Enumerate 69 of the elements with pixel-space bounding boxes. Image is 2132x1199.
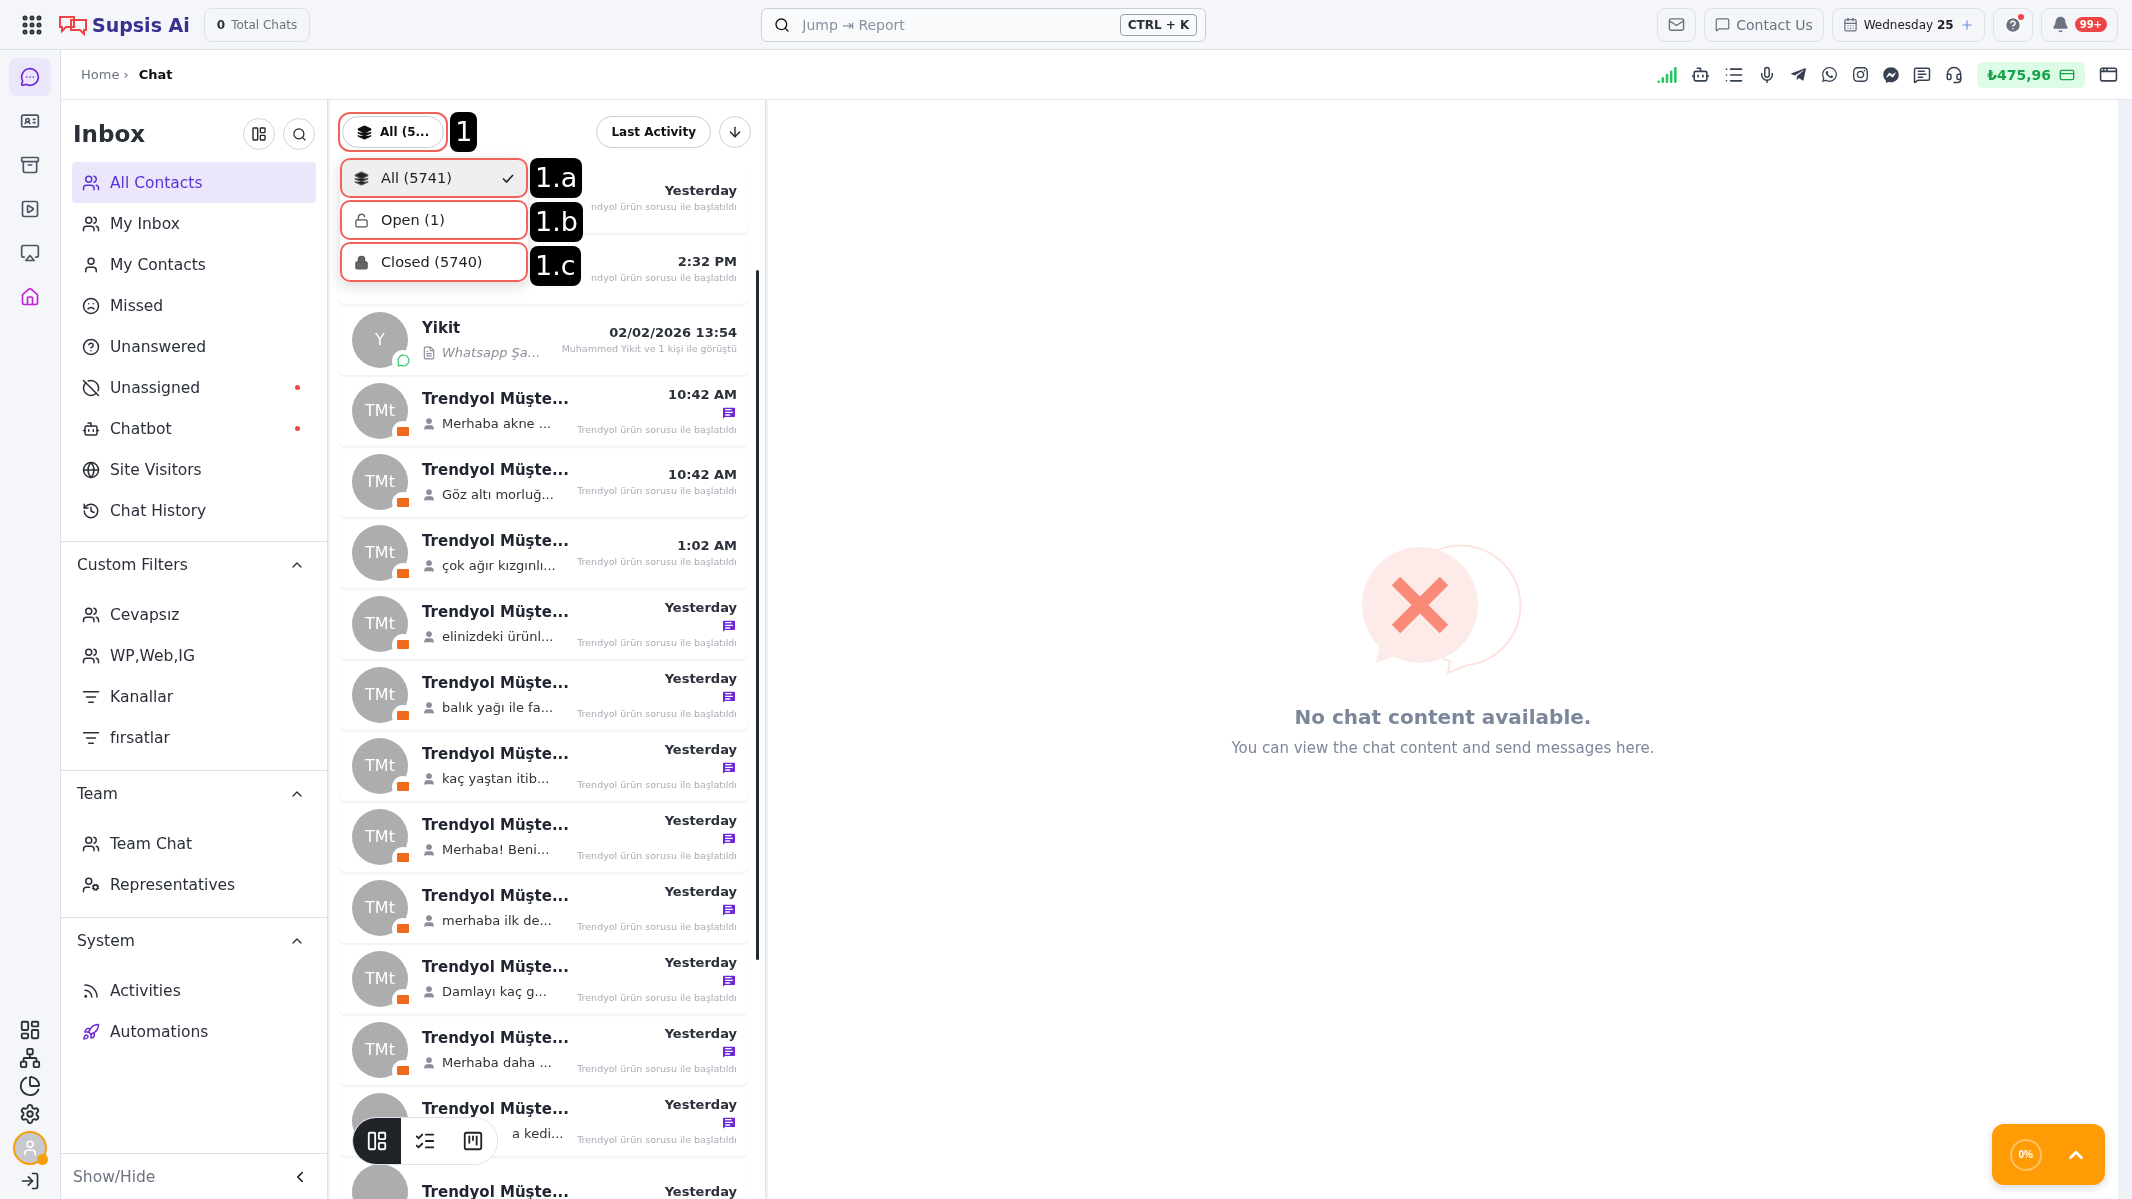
note: Trendyol ürün sorusu ile başlatıldı xyxy=(577,636,737,648)
inbox-title: Inbox xyxy=(73,121,147,147)
avatar-initials: TMt xyxy=(365,685,395,704)
time: 10:42 AM xyxy=(668,467,737,482)
time: Yesterday xyxy=(664,741,737,757)
note: ndyol ürün sorusu ile başlatıldı xyxy=(591,201,737,212)
balance: ₺475,96 xyxy=(1987,66,2051,83)
note: Trendyol ürün sorusu ile başlatıldı xyxy=(577,778,737,790)
logo-text: Supsis Ai xyxy=(92,13,190,36)
shortcut-key: CTRL + K xyxy=(1119,13,1198,36)
callout-label: 1 xyxy=(450,112,478,152)
note: Trendyol ürün sorusu ile başlatıldı xyxy=(577,423,737,435)
avatar-initials: TMt xyxy=(365,401,395,420)
callout-label: 1.c xyxy=(530,246,581,286)
breadcrumb-current: Chat xyxy=(138,67,173,82)
empty-text: You can view the chat content and send messages here. xyxy=(1231,738,1655,757)
avatar-initials: TMt xyxy=(365,827,395,846)
message-preview: Merhaba akne ... xyxy=(422,416,564,431)
message-preview: elinizdeki ürünl... xyxy=(422,629,564,644)
note: Trendyol ürün sorusu ile başlatıldı xyxy=(577,485,737,496)
time: Yesterday xyxy=(664,883,737,899)
time: Yesterday xyxy=(664,1096,737,1112)
message-preview: Merhaba! Beni... xyxy=(422,842,564,857)
time: Yesterday xyxy=(664,954,737,970)
time: Yesterday xyxy=(664,670,737,686)
message-preview: a kedi... xyxy=(511,1126,564,1141)
avatar-initials: TMt xyxy=(365,614,395,633)
time: Yesterday xyxy=(664,1184,737,1199)
time: 2:32 PM xyxy=(677,254,737,269)
notification-count: 99+ xyxy=(2074,17,2107,32)
time: Yesterday xyxy=(664,1025,737,1041)
note: Trendyol ürün sorusu ile başlatıldı xyxy=(577,707,737,719)
total-chats-chip: 0 Total Chats xyxy=(203,7,311,42)
avatar-initials: TMt xyxy=(365,898,395,917)
message-preview: balık yağı ile fa... xyxy=(422,700,564,715)
contact-name: Yikit xyxy=(422,319,462,337)
avatar-initials: TMt xyxy=(365,1040,395,1059)
note: Trendyol ürün sorusu ile başlatıldı xyxy=(577,556,737,567)
message-preview: merhaba ilk de... xyxy=(422,913,564,928)
time: Yesterday xyxy=(664,812,737,828)
avatar-initials: TMt xyxy=(365,472,395,491)
callout-label: 1.a xyxy=(530,158,583,198)
callout-label: 1.b xyxy=(530,202,583,242)
note: Trendyol ürün sorusu ile başlatıldı xyxy=(577,920,737,932)
message-preview: Merhaba daha ... xyxy=(422,1055,564,1070)
message-preview: kaç yaştan itib... xyxy=(422,771,564,786)
note: Trendyol ürün sorusu ile başlatıldı xyxy=(577,849,737,861)
message-preview: çok ağır kızgınlı... xyxy=(422,558,564,573)
progress-percent: 0% xyxy=(2009,1138,2042,1171)
message-preview: Damlayı kaç g... xyxy=(422,984,564,999)
avatar-initials: TMt xyxy=(365,543,395,562)
avatar-initials: TMt xyxy=(365,969,395,988)
note: Trendyol ürün sorusu ile başlatıldı xyxy=(577,991,737,1003)
time: Yesterday xyxy=(664,183,737,198)
message-preview: Göz altı morluğ... xyxy=(422,487,564,502)
note: Trendyol ürün sorusu ile başlatıldı xyxy=(577,1133,737,1145)
contact-name: Trendyol Müşte... xyxy=(422,1182,570,1199)
date-text: Wednesday 25 xyxy=(1863,17,1954,32)
time: Yesterday xyxy=(664,599,737,615)
time: 10:42 AM xyxy=(668,386,737,402)
avatar-initials: Y xyxy=(375,330,385,349)
time: 1:02 AM xyxy=(677,538,737,553)
message-preview: Whatsapp Şa... xyxy=(422,345,548,360)
note: Muhammed Yikit ve 1 kişi ile görüştü xyxy=(561,343,737,354)
note: ndyol ürün sorusu ile başlatıldı xyxy=(591,272,737,283)
note: Trendyol ürün sorusu ile başlatıldı xyxy=(577,1062,737,1074)
time: 02/02/2026 13:54 xyxy=(609,325,737,340)
empty-title: No chat content available. xyxy=(1294,704,1592,729)
avatar-initials: TMt xyxy=(365,756,395,775)
